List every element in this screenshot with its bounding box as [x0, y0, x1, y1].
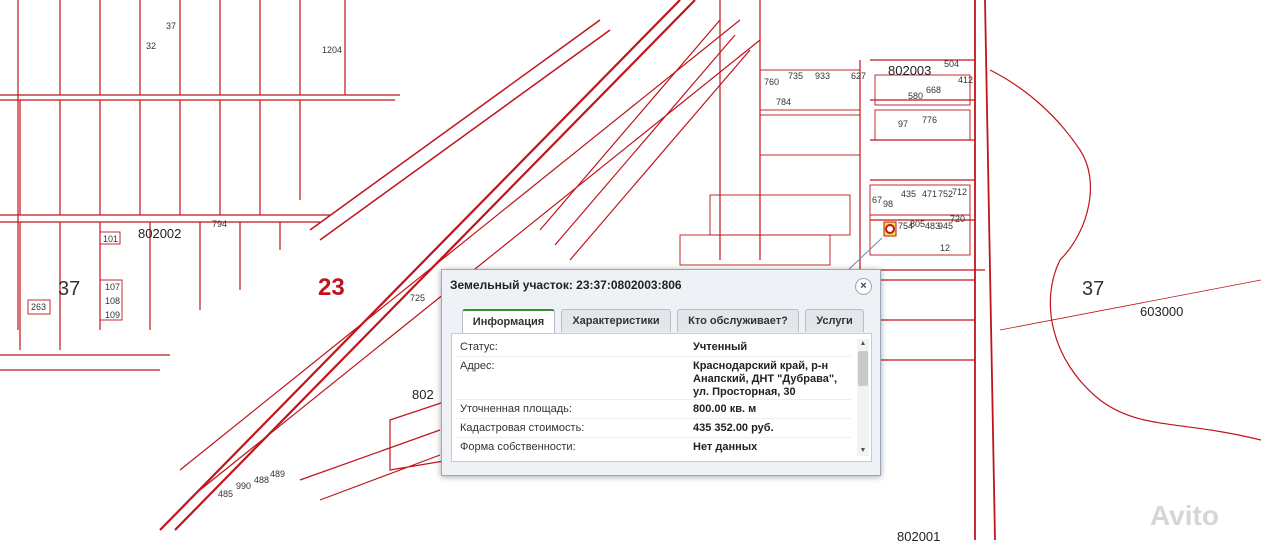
- row-divider: [456, 418, 851, 419]
- quarter-label: 802: [412, 387, 434, 402]
- plot-label: 101: [103, 234, 119, 244]
- tab-services[interactable]: Услуги: [805, 309, 864, 332]
- popup-title: Земельный участок: 23:37:0802003:806: [450, 278, 682, 292]
- address-label: Адрес:: [460, 360, 495, 372]
- cadastral-value-label: Кадастровая стоимость:: [460, 422, 585, 434]
- plot-label: 32: [146, 41, 157, 51]
- plot-label: 725: [410, 293, 426, 303]
- plot-label: 776: [922, 115, 938, 125]
- plot-label: 108: [105, 296, 121, 306]
- quarter-label: 603000: [1140, 304, 1184, 319]
- close-icon[interactable]: ×: [855, 278, 872, 295]
- plot-label: 735: [788, 71, 804, 81]
- plot-label: 752: [938, 189, 954, 199]
- quarter-label: 802001: [897, 529, 941, 544]
- plot-label: 435: [901, 189, 917, 199]
- plot-label: 12: [940, 243, 951, 253]
- region-label: 37: [1082, 278, 1105, 300]
- row-divider: [456, 437, 851, 438]
- plot-label: 67: [872, 195, 883, 205]
- plot-label: 471: [922, 189, 938, 199]
- plot-label: 760: [764, 77, 780, 87]
- address-value: Краснодарский край, р-н Анапский, ДНТ "Д…: [693, 360, 838, 398]
- plot-label: 627: [851, 71, 867, 81]
- row-divider: [456, 399, 851, 400]
- scroll-down-icon[interactable]: ▼: [857, 446, 869, 456]
- region-label: 37: [58, 278, 81, 300]
- plot-label: 412: [958, 75, 974, 85]
- plot-label: 784: [776, 97, 792, 107]
- plot-label: 1204: [322, 45, 343, 55]
- cadastral-value: 435 352.00 руб.: [693, 422, 774, 434]
- plot-label: 945: [938, 221, 954, 231]
- plot-label: 37: [166, 21, 177, 31]
- plot-label: 489: [270, 469, 286, 479]
- plot-label: 485: [218, 489, 234, 499]
- region-label: 23: [318, 274, 345, 301]
- plot-label: 990: [236, 481, 252, 491]
- plot-label: 488: [254, 475, 270, 485]
- plot-label: 668: [926, 85, 942, 95]
- avito-watermark: Avito: [1150, 500, 1219, 531]
- ownership-label: Форма собственности:: [460, 441, 576, 453]
- plot-label: 580: [908, 91, 924, 101]
- selected-plot-marker[interactable]: [845, 221, 897, 273]
- parcel-info-popup: Земельный участок: 23:37:0802003:806 × И…: [441, 269, 881, 476]
- scrollbar-thumb[interactable]: [858, 351, 868, 386]
- tab-information[interactable]: Информация: [462, 309, 555, 334]
- plot-label: 712: [952, 187, 968, 197]
- status-label: Статус:: [460, 341, 498, 353]
- plot-label: 109: [105, 310, 121, 320]
- tab-who-serves[interactable]: Кто обслуживает?: [677, 309, 799, 332]
- tab-characteristics[interactable]: Характеристики: [561, 309, 671, 332]
- quarter-label: 802002: [138, 226, 182, 241]
- plot-label: 933: [815, 71, 831, 81]
- quarter-label: 802003: [888, 63, 932, 78]
- area-value: 800.00 кв. м: [693, 403, 757, 415]
- plot-label: 504: [944, 59, 960, 69]
- plot-label: 107: [105, 282, 121, 292]
- panel-scrollbar[interactable]: ▲ ▼: [857, 339, 869, 456]
- plot-label: 97: [898, 119, 909, 129]
- area-label: Уточненная площадь:: [460, 403, 572, 415]
- scroll-up-icon[interactable]: ▲: [857, 339, 869, 349]
- row-divider: [456, 356, 851, 357]
- plot-label: 98: [883, 199, 894, 209]
- status-value: Учтенный: [693, 341, 748, 353]
- ownership-value: Нет данных: [693, 441, 758, 453]
- info-panel: Статус: Учтенный Адрес: Краснодарский кр…: [451, 333, 872, 462]
- plot-label: 263: [31, 302, 47, 312]
- plot-label: 794: [212, 219, 228, 229]
- plot-label: 754: [898, 221, 914, 231]
